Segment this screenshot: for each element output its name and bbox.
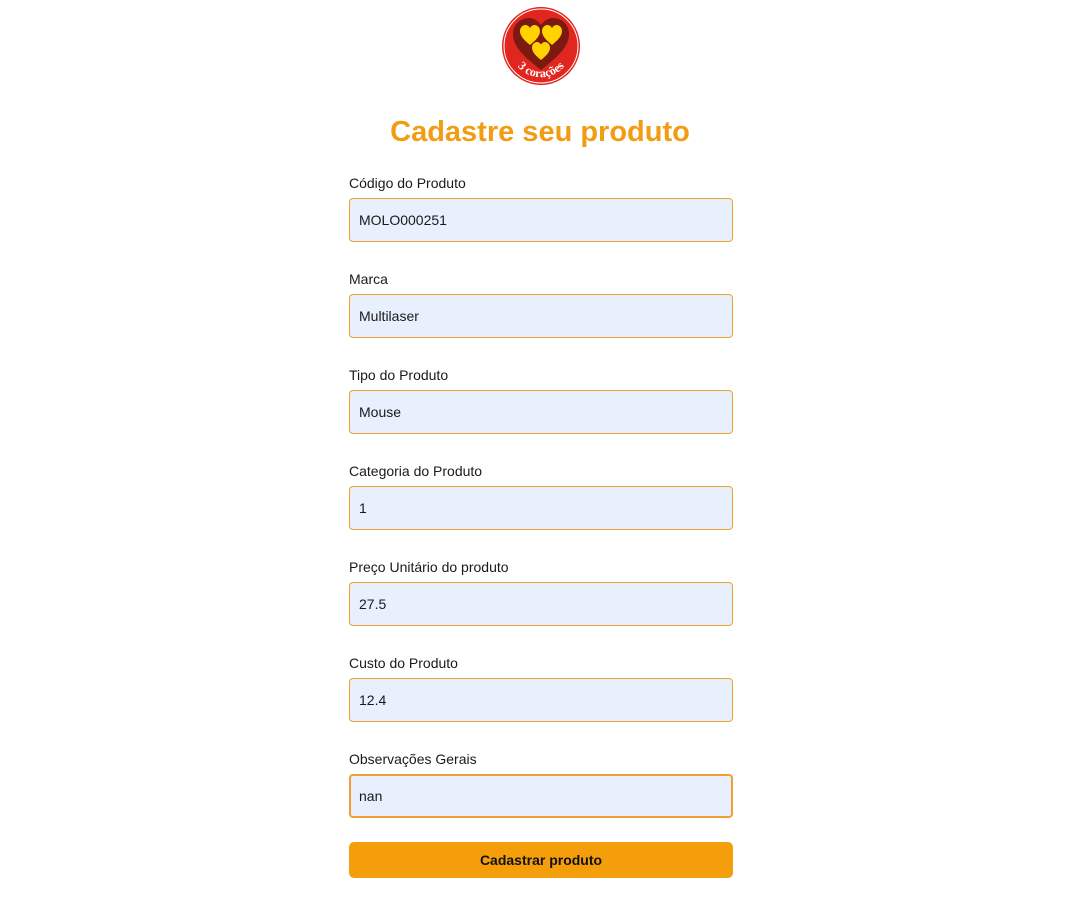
input-marca[interactable] (349, 294, 733, 338)
label-tipo-produto: Tipo do Produto (349, 367, 449, 383)
label-preco-unitario: Preço Unitário do produto (349, 559, 509, 575)
label-categoria-produto: Categoria do Produto (349, 463, 483, 479)
label-custo-produto: Custo do Produto (349, 655, 458, 671)
input-observacoes-gerais[interactable] (349, 774, 733, 818)
field-observacoes-gerais: Observações Gerais (349, 747, 733, 843)
brand-logo: 3 corações (499, 4, 583, 88)
page-title: Cadastre seu produto (390, 116, 690, 148)
field-tipo-produto: Tipo do Produto (349, 363, 733, 459)
label-marca: Marca (349, 271, 388, 287)
page: 3 corações Cadastre seu produto Código d… (0, 0, 1086, 901)
input-tipo-produto[interactable] (349, 390, 733, 434)
product-form: Código do Produto Marca Tipo do Produto … (349, 171, 733, 843)
field-preco-unitario: Preço Unitário do produto (349, 555, 733, 651)
input-custo-produto[interactable] (349, 678, 733, 722)
input-categoria-produto[interactable] (349, 486, 733, 530)
input-codigo-produto[interactable] (349, 198, 733, 242)
submit-button[interactable]: Cadastrar produto (349, 842, 733, 878)
input-preco-unitario[interactable] (349, 582, 733, 626)
logo-hearts-icon: 3 corações (500, 5, 582, 87)
label-observacoes-gerais: Observações Gerais (349, 751, 477, 767)
label-codigo-produto: Código do Produto (349, 175, 466, 191)
field-codigo-produto: Código do Produto (349, 171, 733, 267)
field-marca: Marca (349, 267, 733, 363)
field-custo-produto: Custo do Produto (349, 651, 733, 747)
field-categoria-produto: Categoria do Produto (349, 459, 733, 555)
